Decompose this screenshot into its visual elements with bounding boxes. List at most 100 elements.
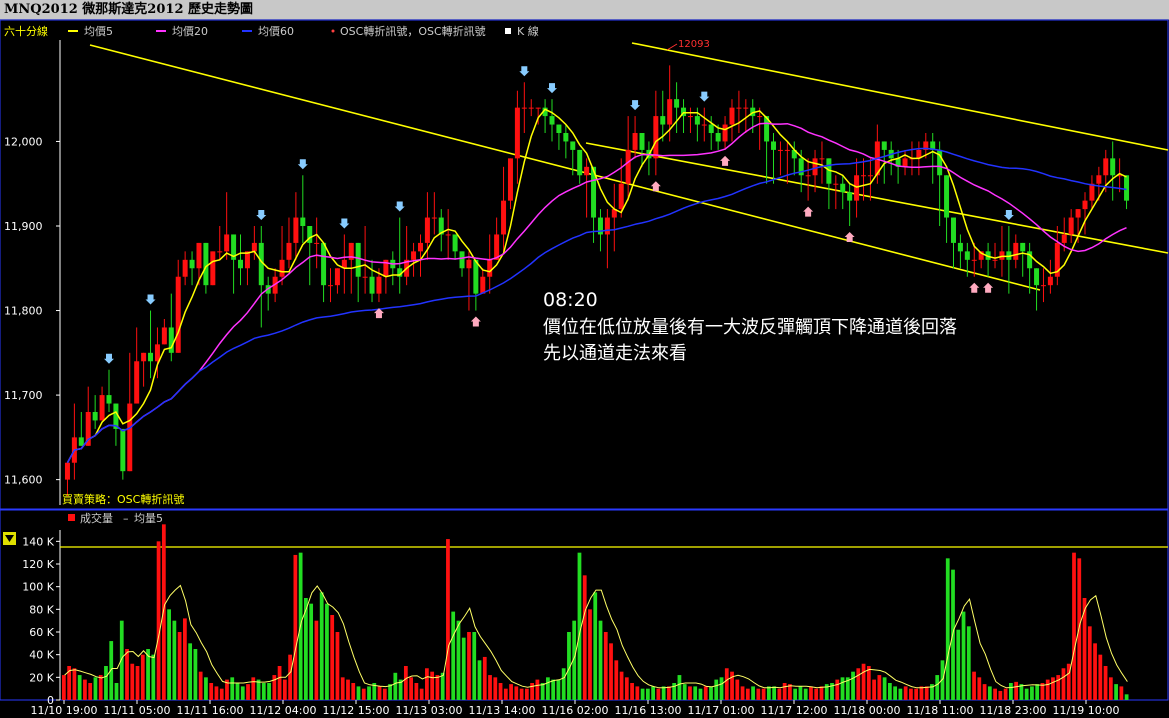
volume-bar <box>887 683 892 700</box>
volume-bar <box>1093 643 1097 700</box>
volume-bar <box>130 663 135 700</box>
volume-bar <box>1072 552 1076 700</box>
x-tick-label: 11/11 16:00 <box>177 704 244 717</box>
volume-bar <box>309 603 314 700</box>
candle-body <box>431 217 437 219</box>
volume-bar <box>351 683 356 700</box>
candle-body <box>1040 285 1046 287</box>
volume-bar <box>72 668 77 700</box>
volume-bar <box>551 679 556 700</box>
volume-bar <box>966 626 971 700</box>
x-tick-label: 11/18 23:00 <box>980 704 1047 717</box>
volume-bar <box>1087 626 1092 700</box>
x-tick-label: 11/17 12:00 <box>761 704 828 717</box>
legend-ma60: 均價60 <box>258 24 294 38</box>
candle-body <box>521 107 527 109</box>
volume-bar <box>467 632 471 700</box>
volume-bar <box>682 684 687 700</box>
candle-body <box>729 107 735 125</box>
volume-tick-label: 100 K <box>22 581 54 594</box>
candle-body <box>1075 209 1081 218</box>
candle-body <box>286 242 292 260</box>
volume-bar <box>498 683 503 700</box>
candle-body <box>604 217 610 235</box>
volume-bar <box>709 686 713 700</box>
volume-bar <box>109 641 114 700</box>
volume-bar <box>735 679 740 700</box>
candle-body <box>577 149 583 176</box>
candle-body <box>833 183 839 185</box>
candle-body <box>674 99 680 108</box>
candle-body <box>141 352 147 362</box>
volume-bar <box>403 666 408 700</box>
candle-body <box>957 242 963 252</box>
candle-body <box>584 166 590 176</box>
volume-bar <box>230 677 235 700</box>
volume-bar <box>62 675 66 700</box>
price-tick-label: 11,900 <box>4 220 43 233</box>
volume-bar <box>503 688 508 700</box>
volume-bar <box>667 686 671 700</box>
volume-bar <box>582 575 587 700</box>
volume-bar <box>740 686 745 700</box>
volume-bar <box>198 671 203 700</box>
volume-bar <box>766 686 771 700</box>
candle-body <box>777 149 783 151</box>
candle-body <box>653 116 659 159</box>
candle-body <box>369 276 375 294</box>
volume-bar <box>851 671 855 700</box>
volume-bar <box>356 686 361 700</box>
candle-body <box>1061 234 1067 243</box>
volume-bar <box>267 683 271 700</box>
candle-body <box>1103 158 1109 176</box>
volume-bar <box>972 671 976 700</box>
volume-bar <box>782 683 787 700</box>
legend-osc: OSC轉折訊號，OSC轉折訊號 <box>340 24 486 38</box>
volume-toggle-button[interactable] <box>3 532 16 545</box>
volume-bar <box>882 677 887 700</box>
volume-bar <box>661 686 666 700</box>
candle-body <box>445 234 451 236</box>
candle-body <box>971 259 977 261</box>
legend-k: K 線 <box>517 24 539 38</box>
candle-body <box>736 107 742 109</box>
volume-bar <box>88 683 93 700</box>
candle-body <box>154 344 160 362</box>
price-tick-label: 12,000 <box>4 135 43 148</box>
volume-bar <box>903 686 908 700</box>
annotation-line-1: 價位在低位放量後有一大波反彈觸頂下降通道後回落 <box>543 317 957 338</box>
volume-bar <box>993 688 997 700</box>
volume-bar <box>119 620 124 700</box>
volume-bar <box>446 539 450 700</box>
candle-body <box>944 175 950 218</box>
candle-body <box>535 107 541 109</box>
candle-body <box>459 251 465 269</box>
candle-body <box>355 242 361 277</box>
volume-bar <box>282 679 287 700</box>
volume-bar <box>140 654 145 700</box>
volume-bar <box>772 686 777 700</box>
volume-bar <box>219 688 224 700</box>
volume-bar <box>919 686 924 700</box>
candle-body <box>203 242 209 286</box>
candle-body <box>618 183 624 210</box>
volume-bar <box>730 671 734 700</box>
candle-body <box>328 285 333 287</box>
x-tick-label: 11/13 14:00 <box>469 704 536 717</box>
volume-bar <box>188 643 193 700</box>
candle-body <box>182 259 188 277</box>
volume-bar <box>998 690 1003 700</box>
volume-bar <box>361 688 366 700</box>
volume-bar <box>1098 654 1103 700</box>
volume-bar <box>277 666 282 700</box>
price-legend: 六十分線 均價5 均價20 均價60 OSC轉折訊號，OSC轉折訊號 K 線 <box>4 24 539 38</box>
candle-body <box>251 242 257 252</box>
candle-body <box>334 268 340 286</box>
volume-bar <box>319 592 324 700</box>
candle-body <box>92 412 98 421</box>
annotation-time: 08:20 <box>543 289 598 311</box>
price-volume-chart: 11,60011,70011,80011,90012,000 020 K40 K… <box>0 19 1169 717</box>
volume-bar <box>214 686 219 700</box>
volume-bar <box>83 679 87 700</box>
candle-body <box>1089 183 1095 201</box>
